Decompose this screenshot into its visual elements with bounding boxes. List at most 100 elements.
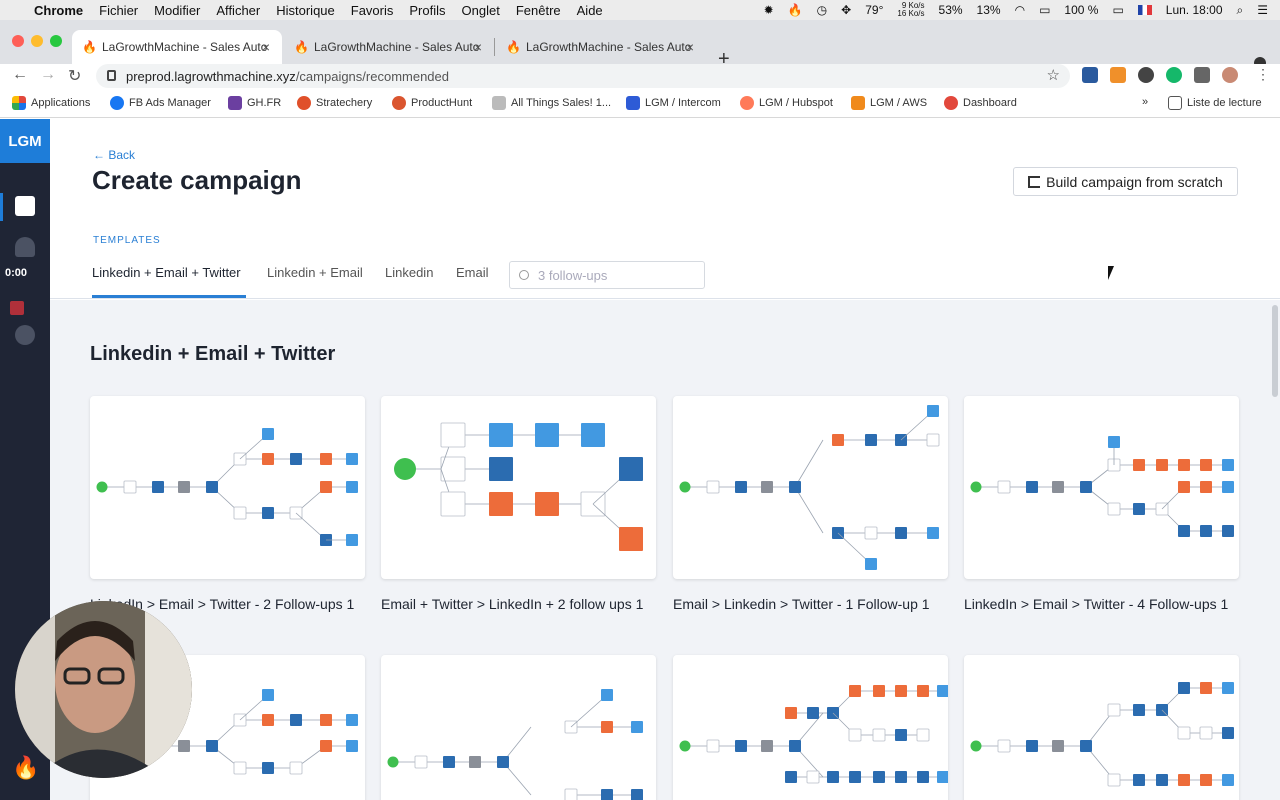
template-card-2[interactable] bbox=[381, 396, 656, 579]
li-node bbox=[1178, 525, 1190, 537]
extension-icon-3[interactable] bbox=[1138, 67, 1154, 83]
template-card-6[interactable] bbox=[381, 655, 656, 800]
template-card-1[interactable] bbox=[90, 396, 365, 579]
tab-linkedin-email[interactable]: Linkedin + Email bbox=[267, 265, 363, 280]
close-tab-icon[interactable]: × bbox=[474, 39, 482, 55]
wt-node bbox=[926, 433, 940, 447]
battery-icon[interactable]: ▭ bbox=[1112, 3, 1123, 17]
template-name[interactable]: Email > Linkedin > Twitter - 1 Follow-up… bbox=[673, 594, 948, 614]
control-center-icon[interactable]: ☰ bbox=[1257, 3, 1268, 17]
em-node bbox=[320, 481, 332, 493]
wt-node bbox=[1199, 726, 1213, 740]
flame-icon[interactable]: 🔥 bbox=[12, 755, 39, 781]
browser-tab-1[interactable]: 🔥 LaGrowthMachine - Sales Auto × bbox=[72, 30, 282, 64]
em-node bbox=[849, 685, 861, 697]
menu-onglet[interactable]: Onglet bbox=[462, 3, 500, 18]
li-node bbox=[443, 756, 455, 768]
tab-linkedin[interactable]: Linkedin bbox=[385, 265, 433, 280]
template-card-3[interactable] bbox=[673, 396, 948, 579]
wt-node bbox=[123, 480, 137, 494]
battery-level: 100 % bbox=[1064, 3, 1099, 17]
wifi-icon[interactable]: ◠ bbox=[1015, 3, 1025, 17]
kebab-menu-icon[interactable]: ⋮ bbox=[1256, 66, 1270, 83]
time-machine-icon[interactable]: ◷ bbox=[817, 3, 827, 17]
flag-icon[interactable] bbox=[1137, 5, 1152, 15]
bookmark-aws[interactable]: LGM / AWS bbox=[851, 96, 927, 110]
forward-arrow-icon[interactable]: → bbox=[40, 66, 56, 84]
menu-fichier[interactable]: Fichier bbox=[99, 3, 138, 18]
menu-profils[interactable]: Profils bbox=[409, 3, 445, 18]
move-icon[interactable]: ✥ bbox=[841, 3, 851, 17]
stop-record-icon[interactable] bbox=[10, 301, 24, 315]
gear-status-icon[interactable]: ✹ bbox=[764, 3, 774, 17]
address-toolbar: ← → ↻ preprod.lagrowthmachine.xyz/campai… bbox=[0, 64, 1280, 90]
bookmark-applications[interactable]: Applications bbox=[12, 96, 90, 110]
template-card-7[interactable] bbox=[673, 655, 948, 800]
settings-gear-icon[interactable] bbox=[15, 325, 35, 345]
template-name[interactable]: LinkedIn > Email > Twitter - 4 Follow-up… bbox=[964, 594, 1239, 614]
profile-avatar[interactable] bbox=[1222, 67, 1238, 83]
em-node bbox=[917, 685, 929, 697]
tw-node bbox=[937, 685, 948, 697]
menu-modifier[interactable]: Modifier bbox=[154, 3, 200, 18]
scrollbar-thumb[interactable] bbox=[1272, 305, 1278, 397]
bookmark-star-icon[interactable]: ☆ bbox=[1047, 66, 1060, 84]
tw-node bbox=[346, 534, 358, 546]
bookmark-fb-ads[interactable]: FB Ads Manager bbox=[110, 96, 211, 110]
extensions-puzzle-icon[interactable] bbox=[1194, 67, 1210, 83]
bookmark-hubspot[interactable]: LGM / Hubspot bbox=[740, 96, 833, 110]
grammarly-icon[interactable] bbox=[1166, 67, 1182, 83]
tab-email[interactable]: Email bbox=[456, 265, 489, 280]
extension-icon-1[interactable] bbox=[1082, 67, 1098, 83]
bookmark-all-things-sales[interactable]: All Things Sales! 1... bbox=[492, 96, 611, 110]
bookmark-ghfr[interactable]: GH.FR bbox=[228, 96, 281, 110]
tab-linkedin-email-twitter[interactable]: Linkedin + Email + Twitter bbox=[92, 265, 241, 280]
close-tab-icon[interactable]: × bbox=[686, 39, 694, 55]
lock-icon[interactable] bbox=[107, 70, 116, 81]
template-search-input[interactable]: 3 follow-ups bbox=[509, 261, 705, 289]
minimize-window-icon[interactable] bbox=[31, 35, 43, 47]
bookmark-dashboard[interactable]: Dashboard bbox=[944, 96, 1017, 110]
wt-node bbox=[706, 480, 720, 494]
active-tab-indicator bbox=[92, 295, 246, 298]
li-node bbox=[290, 453, 302, 465]
li-node bbox=[1222, 727, 1234, 739]
em-node bbox=[320, 740, 332, 752]
close-tab-icon[interactable]: × bbox=[262, 39, 270, 55]
bookmark-producthunt[interactable]: ProductHunt bbox=[392, 96, 472, 110]
browser-tab-3[interactable]: 🔥 LaGrowthMachine - Sales Auto × bbox=[496, 30, 706, 64]
close-window-icon[interactable] bbox=[12, 35, 24, 47]
lgm-logo[interactable]: LGM bbox=[0, 119, 50, 163]
os-menubar: Chrome Fichier Modifier Afficher Histori… bbox=[0, 0, 1280, 20]
flame-status-icon[interactable]: 🔥 bbox=[788, 3, 803, 17]
bookmark-intercom[interactable]: LGM / Intercom bbox=[626, 96, 721, 110]
airplay-icon[interactable]: ▭ bbox=[1039, 3, 1050, 17]
users-icon[interactable] bbox=[15, 237, 35, 257]
more-bookmarks-icon[interactable]: » bbox=[1142, 96, 1148, 108]
reading-list[interactable]: Liste de lecture bbox=[1168, 96, 1262, 110]
url-bar[interactable]: preprod.lagrowthmachine.xyz/campaigns/re… bbox=[96, 64, 1070, 88]
li-node bbox=[849, 771, 861, 783]
calendar-icon[interactable] bbox=[15, 196, 35, 216]
build-from-scratch-button[interactable]: Build campaign from scratch bbox=[1013, 167, 1238, 196]
menu-afficher[interactable]: Afficher bbox=[216, 3, 260, 18]
spotlight-icon[interactable]: ⌕ bbox=[1237, 3, 1244, 18]
browser-tab-2[interactable]: 🔥 LaGrowthMachine - Sales Auto × bbox=[284, 30, 495, 64]
template-card-4[interactable] bbox=[964, 396, 1239, 579]
menu-app[interactable]: Chrome bbox=[34, 3, 83, 18]
template-card-8[interactable] bbox=[964, 655, 1239, 800]
menu-historique[interactable]: Historique bbox=[276, 3, 335, 18]
maximize-window-icon[interactable] bbox=[50, 35, 62, 47]
back-arrow-icon[interactable]: ← bbox=[12, 66, 28, 84]
menu-fenetre[interactable]: Fenêtre bbox=[516, 3, 561, 18]
back-link[interactable]: ← Back bbox=[93, 148, 135, 162]
menu-favoris[interactable]: Favoris bbox=[351, 3, 394, 18]
reload-icon[interactable]: ↻ bbox=[68, 66, 81, 86]
extension-icon-2[interactable] bbox=[1110, 67, 1126, 83]
menu-aide[interactable]: Aide bbox=[577, 3, 603, 18]
li-node bbox=[1026, 740, 1038, 752]
template-name[interactable]: Email + Twitter > LinkedIn + 2 follow up… bbox=[381, 594, 656, 614]
li-node bbox=[789, 481, 801, 493]
clock[interactable]: Lun. 18:00 bbox=[1166, 3, 1223, 17]
bookmark-stratechery[interactable]: Stratechery bbox=[297, 96, 372, 110]
